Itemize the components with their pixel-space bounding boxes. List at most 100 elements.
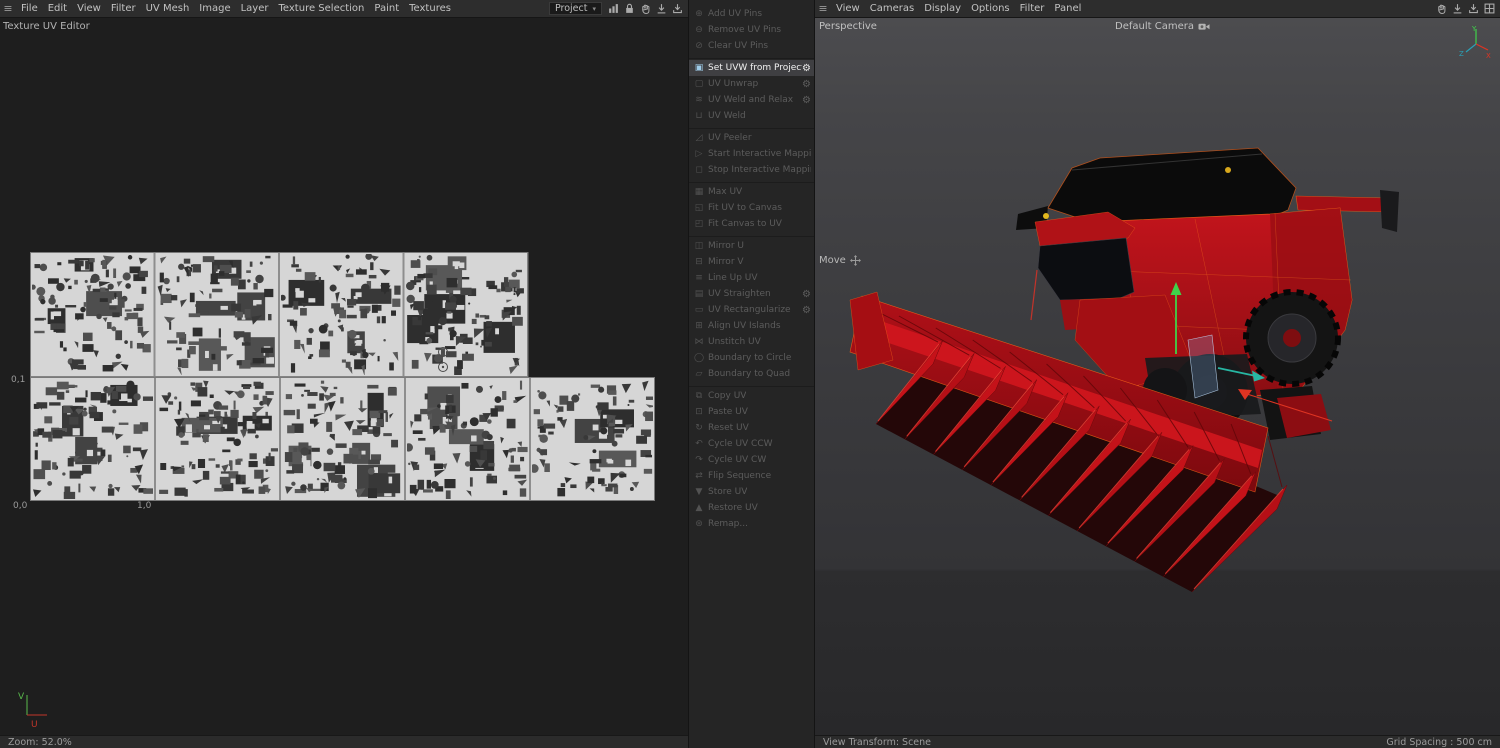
uv-command-mirror-v[interactable]: ⊟ Mirror V <box>689 254 814 270</box>
uv-command-fit-canvas-to-uv[interactable]: ◰ Fit Canvas to UV <box>689 216 814 232</box>
project-dropdown[interactable]: Project ▾ <box>548 2 602 15</box>
menu-image[interactable]: Image <box>194 3 235 14</box>
uv-command-uv-peeler[interactable]: ◿ UV Peeler <box>689 130 814 146</box>
mirror-v-icon: ⊟ <box>695 257 703 267</box>
unstitch-uv-icon: ⋈ <box>694 337 704 347</box>
command-label: Add UV Pins <box>708 9 763 19</box>
uv-axis-gizmo: V U <box>18 692 47 730</box>
command-label: Max UV <box>708 187 743 197</box>
store-uv-icon: ▼ <box>695 487 703 497</box>
command-label: Cycle UV CCW <box>708 439 773 449</box>
uv-peeler-icon: ◿ <box>695 133 703 143</box>
texture-uv-editor: Texture UV Editor 0,1 0,0 1,0 V U <box>0 18 688 735</box>
uv-command-mirror-u[interactable]: ◫ Mirror U <box>689 238 814 254</box>
command-label: Flip Sequence <box>708 471 772 481</box>
chart-icon[interactable] <box>606 3 620 15</box>
uv-axis-label-1-0: 1,0 <box>137 501 152 511</box>
uv-editor-menubar: ≡ File Edit View Filter UV Mesh Image Layer Tex… <box>0 0 688 18</box>
menu-paint[interactable]: Paint <box>369 3 404 14</box>
hamburger-menu-icon[interactable]: ≡ <box>0 2 16 15</box>
command-label: Mirror U <box>708 241 744 251</box>
layout-icon[interactable] <box>1482 3 1496 15</box>
gear-icon[interactable]: ⚙ <box>802 289 811 300</box>
uv-command-paste-uv[interactable]: ⊡ Paste UV <box>689 404 814 420</box>
rear-spreader[interactable] <box>1260 386 1331 440</box>
uv-command-line-up-uv[interactable]: ≡ Line Up UV <box>689 270 814 286</box>
uv-command-uv-straighten[interactable]: ▤ UV Straighten ⚙ <box>689 286 814 302</box>
v-axis-label: V <box>18 692 25 702</box>
menu-cameras[interactable]: Cameras <box>865 3 919 14</box>
uv-command-set-uvw-from-projection[interactable]: ▣ Set UVW from Projection⚙ <box>689 60 814 76</box>
gear-icon[interactable]: ⚙ <box>802 79 811 90</box>
view-transform-status: View Transform: Scene <box>823 736 932 748</box>
hamburger-menu-icon[interactable]: ≡ <box>815 2 831 15</box>
gear-icon[interactable]: ⚙ <box>802 95 811 106</box>
uv-command-remap[interactable]: ⊛ Remap... <box>689 516 814 532</box>
uv-canvas[interactable] <box>30 252 655 501</box>
uv-command-unstitch-uv[interactable]: ⋈ Unstitch UV <box>689 334 814 350</box>
menu-view[interactable]: View <box>831 3 865 14</box>
menu-layer[interactable]: Layer <box>236 3 274 14</box>
uv-command-cycle-uv-cw[interactable]: ↷ Cycle UV CW <box>689 452 814 468</box>
harvester-model[interactable] <box>849 147 1399 593</box>
menu-filter[interactable]: Filter <box>1015 3 1050 14</box>
save-arrow-icon[interactable] <box>670 3 684 15</box>
uv-command-stop-interactive-mapping[interactable]: ◻ Stop Interactive Mapping <box>689 162 814 178</box>
uv-command-uv-weld[interactable]: ⊔ UV Weld <box>689 108 814 124</box>
menu-view[interactable]: View <box>72 3 106 14</box>
rear-wheel[interactable] <box>1243 289 1341 387</box>
command-label: UV Straighten <box>708 289 771 299</box>
menu-panel[interactable]: Panel <box>1049 3 1086 14</box>
uv-command-clear-uv-pins[interactable]: ⊘ Clear UV Pins <box>689 38 814 54</box>
menu-filter[interactable]: Filter <box>106 3 141 14</box>
uv-command-cycle-uv-ccw[interactable]: ↶ Cycle UV CCW <box>689 436 814 452</box>
camera-name: Default Camera <box>1115 21 1194 32</box>
uv-command-reset-uv[interactable]: ↻ Reset UV <box>689 420 814 436</box>
viewport-axis-gizmo: Y Z X <box>1459 25 1491 60</box>
clear-uv-pins-icon: ⊘ <box>695 41 703 51</box>
menu-display[interactable]: Display <box>919 3 966 14</box>
uv-command-add-uv-pins[interactable]: ⊕ Add UV Pins <box>689 6 814 22</box>
menu-uv-mesh[interactable]: UV Mesh <box>141 3 195 14</box>
uv-command-boundary-to-quad[interactable]: ▱ Boundary to Quad <box>689 366 814 382</box>
command-label: UV Rectangularize <box>708 305 791 315</box>
gear-icon[interactable]: ⚙ <box>802 63 811 74</box>
uv-command-max-uv[interactable]: ▦ Max UV <box>689 184 814 200</box>
menu-textures[interactable]: Textures <box>404 3 456 14</box>
menu-edit[interactable]: Edit <box>43 3 72 14</box>
uv-command-restore-uv[interactable]: ▲ Restore UV <box>689 500 814 516</box>
uv-command-uv-unwrap[interactable]: ▢ UV Unwrap ⚙ <box>689 76 814 92</box>
hand-icon[interactable] <box>638 3 652 15</box>
uv-command-uv-rectangularize[interactable]: ▭ UV Rectangularize ⚙ <box>689 302 814 318</box>
uv-command-boundary-to-circle[interactable]: ◯ Boundary to Circle <box>689 350 814 366</box>
viewport-view-label[interactable]: Perspective <box>819 21 877 32</box>
download-arrow-icon[interactable] <box>1450 3 1464 15</box>
hand-icon[interactable] <box>1434 3 1448 15</box>
command-label: Set UVW from Projection <box>708 63 802 73</box>
command-label: Unstitch UV <box>708 337 761 347</box>
uv-command-copy-uv[interactable]: ⧉ Copy UV <box>689 388 814 404</box>
gear-icon[interactable]: ⚙ <box>802 305 811 316</box>
command-group-separator <box>689 54 814 59</box>
set-uvw-from-projection-icon: ▣ <box>694 63 704 73</box>
menu-options[interactable]: Options <box>966 3 1015 14</box>
perspective-viewport[interactable]: Perspective Default Camera Move Y Z X <box>815 18 1500 735</box>
uv-command-fit-uv-to-canvas[interactable]: ◱ Fit UV to Canvas <box>689 200 814 216</box>
uv-command-align-uv-islands[interactable]: ⊞ Align UV Islands <box>689 318 814 334</box>
uv-editor-toolbar-icons <box>606 3 684 15</box>
remove-uv-pins-icon: ⊖ <box>695 25 703 35</box>
lock-icon[interactable] <box>622 3 636 15</box>
menu-file[interactable]: File <box>16 3 43 14</box>
zoom-level: Zoom: 52.0% <box>8 736 72 748</box>
viewport-camera-label[interactable]: Default Camera <box>1115 21 1210 32</box>
uv-command-start-interactive-mapping[interactable]: ▷ Start Interactive Mapping <box>689 146 814 162</box>
download-arrow-icon[interactable] <box>654 3 668 15</box>
menu-texture-selection[interactable]: Texture Selection <box>274 3 370 14</box>
uv-command-store-uv[interactable]: ▼ Store UV <box>689 484 814 500</box>
viewport-menu-items: View Cameras Display Options Filter Panel <box>831 3 1086 14</box>
uv-command-remove-uv-pins[interactable]: ⊖ Remove UV Pins <box>689 22 814 38</box>
viewport-canvas[interactable] <box>815 18 1500 735</box>
uv-command-uv-weld-and-relax[interactable]: ≋ UV Weld and Relax ⚙ <box>689 92 814 108</box>
save-arrow-icon[interactable] <box>1466 3 1480 15</box>
uv-command-flip-sequence[interactable]: ⇄ Flip Sequence <box>689 468 814 484</box>
